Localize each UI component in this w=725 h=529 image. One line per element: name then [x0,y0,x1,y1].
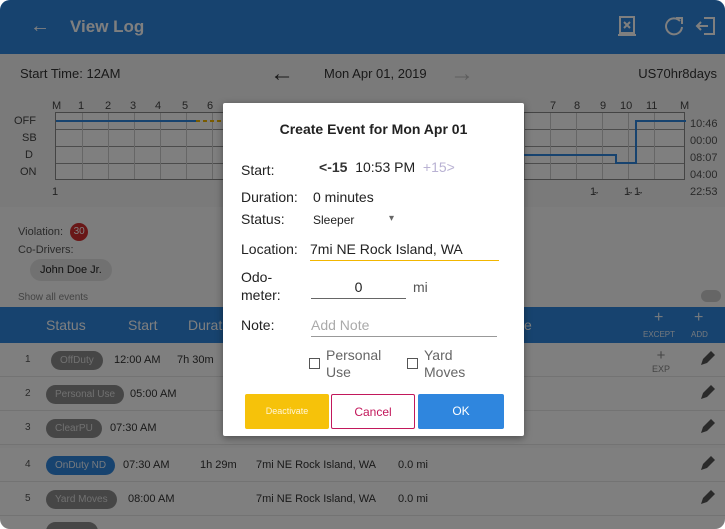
start-label: Start: [241,162,275,178]
note-label: Note: [241,317,275,333]
app-window: ← View Log Start Time: 12AM ← Mon Apr 01… [0,0,725,529]
personal-use-label-line1: Personal [326,347,382,363]
personal-use-label-line2: Use [326,364,351,380]
deactivate-button[interactable]: Deactivate [245,394,329,429]
ok-button[interactable]: OK [418,394,504,429]
personal-use-checkbox[interactable] [309,358,320,369]
cancel-button[interactable]: Cancel [331,394,415,429]
dialog-title: Create Event for Mon Apr 01 [279,121,468,137]
yard-moves-label-line2: Moves [424,364,466,380]
odometer-input[interactable]: 0 [311,279,406,299]
location-label: Location: [241,241,298,257]
status-select[interactable]: Sleeper [313,213,354,227]
start-time-value[interactable]: 10:53 PM [355,159,415,175]
minus-15-button[interactable]: -15 [327,159,347,175]
status-label: Status: [241,211,285,227]
duration-value: 0 minutes [313,189,374,205]
plus-15-button[interactable]: +15 [423,159,447,175]
create-event-dialog: Create Event for Mon Apr 01 Start: <-15 … [223,103,524,436]
odometer-unit: mi [413,279,428,295]
odometer-label-line1: Odo- [241,269,273,285]
location-input[interactable]: 7mi NE Rock Island, WA [310,241,499,261]
start-time-control: <-15 10:53 PM +15> [319,159,455,175]
yard-moves-label-line1: Yard [424,347,453,363]
yard-moves-checkbox[interactable] [407,358,418,369]
decrease-chevron-icon[interactable]: < [319,159,327,175]
duration-label: Duration: [241,189,298,205]
increase-chevron-icon[interactable]: > [447,159,455,175]
odometer-label-line2: meter: [241,287,281,303]
note-input[interactable]: Add Note [311,317,497,337]
dropdown-caret-icon[interactable]: ▾ [389,213,394,224]
